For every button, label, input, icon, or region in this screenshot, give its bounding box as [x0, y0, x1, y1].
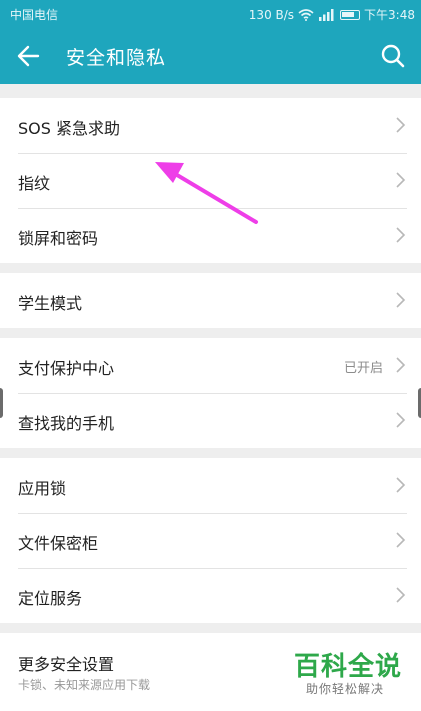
- settings-item-label: 锁屏和密码: [18, 229, 99, 248]
- chevron-right-icon: [396, 412, 406, 428]
- settings-item-label: 更多安全设置: [18, 655, 115, 674]
- chevron-right-icon: [396, 292, 406, 308]
- settings-item-label: 定位服务: [18, 589, 83, 608]
- watermark: 百科全说 助你轻松解决: [290, 646, 410, 706]
- settings-item-app-lock[interactable]: 应用锁: [0, 458, 421, 513]
- battery-icon: [340, 9, 361, 20]
- settings-item-sos[interactable]: SOS 紧急求助: [0, 98, 421, 153]
- settings-item-label: 查找我的手机: [18, 414, 115, 433]
- settings-item-label: 指纹: [18, 174, 51, 193]
- settings-group-payment: 支付保护中心 已开启 查找我的手机: [0, 338, 421, 448]
- settings-group-privacy: 应用锁 文件保密柜 定位服务: [0, 458, 421, 623]
- settings-group-student: 学生模式: [0, 273, 421, 328]
- chevron-right-icon: [396, 477, 406, 493]
- status-icons: 130 B/s 下午3:48: [249, 6, 415, 23]
- page-title: 安全和隐私: [66, 47, 167, 69]
- settings-item-label: SOS 紧急求助: [18, 119, 120, 138]
- chevron-right-icon: [396, 587, 406, 603]
- settings-item-student-mode[interactable]: 学生模式: [0, 273, 421, 328]
- wifi-icon: [298, 8, 314, 21]
- settings-item-label: 支付保护中心: [18, 359, 115, 378]
- back-arrow-icon[interactable]: [12, 40, 44, 72]
- chevron-right-icon: [396, 357, 406, 373]
- carrier-name: 中国电信: [10, 8, 59, 22]
- watermark-subtitle: 助你轻松解决: [306, 682, 385, 696]
- settings-item-subtitle: 卡锁、未知来源应用下载: [18, 678, 151, 692]
- signal-icon: [319, 8, 334, 21]
- status-bar: 中国电信 130 B/s 下午3:48: [0, 0, 421, 28]
- settings-item-location[interactable]: 定位服务: [0, 568, 421, 623]
- chevron-right-icon: [396, 172, 406, 188]
- watermark-title: 百科全说: [294, 652, 403, 682]
- network-speed: 130 B/s: [248, 7, 295, 22]
- chevron-right-icon: [396, 532, 406, 548]
- settings-item-find-my-phone[interactable]: 查找我的手机: [0, 393, 421, 448]
- chevron-right-icon: [396, 227, 406, 243]
- annotation-arrow-icon: [155, 162, 258, 224]
- search-icon[interactable]: [377, 40, 409, 72]
- edge-handle-left: [0, 388, 3, 418]
- chevron-right-icon: [396, 117, 406, 133]
- app-bar: 安全和隐私: [0, 28, 421, 84]
- settings-item-payment-protection[interactable]: 支付保护中心 已开启: [0, 338, 421, 393]
- settings-item-label: 学生模式: [18, 294, 83, 313]
- settings-item-label: 应用锁: [18, 479, 67, 498]
- settings-item-label: 文件保密柜: [18, 534, 99, 553]
- clock: 下午3:48: [364, 8, 415, 22]
- status-value: 已开启: [343, 361, 383, 376]
- settings-item-file-safe[interactable]: 文件保密柜: [0, 513, 421, 568]
